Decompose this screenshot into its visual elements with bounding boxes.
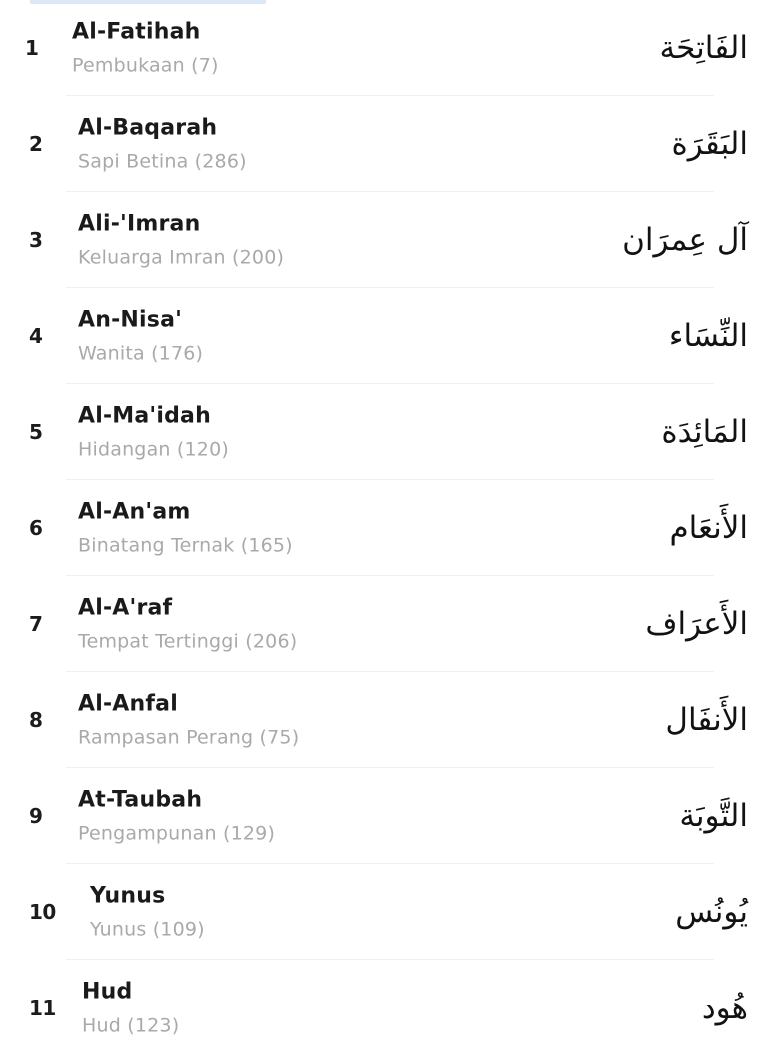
surah-text: Ali-'Imran Keluarga Imran (200) <box>78 211 284 270</box>
surah-latin-name: Ali-'Imran <box>78 211 201 237</box>
surah-meaning: Pembukaan (7) <box>72 54 219 77</box>
surah-arabic-name: الأَنفَال <box>665 702 748 738</box>
surah-latin-name: An-Nisa' <box>78 307 183 333</box>
surah-arabic-name: الفَاتِحَة <box>659 30 748 66</box>
surah-text: An-Nisa' Wanita (176) <box>78 307 203 366</box>
surah-row[interactable]: 11 Hud Hud (123) هُود <box>0 960 774 1056</box>
surah-row[interactable]: 9 At-Taubah Pengampunan (129) التَّوبَة <box>0 768 774 864</box>
surah-text: At-Taubah Pengampunan (129) <box>78 787 275 846</box>
surah-arabic-name: الأَنعَام <box>669 510 748 546</box>
surah-latin-name: Al-A'raf <box>78 595 173 621</box>
surah-row[interactable]: 10 Yunus Yunus (109) يُونُس <box>0 864 774 960</box>
surah-arabic-name: البَقَرَة <box>671 126 748 162</box>
surah-number: 2 <box>29 132 43 156</box>
surah-meaning: Yunus (109) <box>90 918 205 941</box>
surah-arabic-name: التَّوبَة <box>679 798 748 834</box>
surah-arabic-name: الأَعرَاف <box>645 606 748 642</box>
surah-number: 5 <box>29 420 43 444</box>
surah-text: Al-Fatihah Pembukaan (7) <box>72 19 219 78</box>
surah-meaning: Hud (123) <box>82 1014 180 1037</box>
surah-meaning: Keluarga Imran (200) <box>78 246 285 269</box>
surah-latin-name: Al-Baqarah <box>78 115 218 141</box>
surah-latin-name: Al-An'am <box>78 499 191 525</box>
surah-number: 11 <box>29 996 56 1020</box>
surah-row[interactable]: 3 Ali-'Imran Keluarga Imran (200) آل عِم… <box>0 192 774 288</box>
surah-arabic-name: آل عِمرَان <box>622 222 748 258</box>
surah-latin-name: Al-Anfal <box>78 691 178 717</box>
surah-latin-name: Hud <box>82 979 133 1005</box>
surah-arabic-name: يُونُس <box>675 894 748 930</box>
surah-text: Al-Ma'idah Hidangan (120) <box>78 403 229 462</box>
surah-number: 9 <box>29 804 43 828</box>
surah-row[interactable]: 6 Al-An'am Binatang Ternak (165) الأَنعَ… <box>0 480 774 576</box>
surah-text: Yunus Yunus (109) <box>90 883 205 942</box>
surah-number: 7 <box>29 612 43 636</box>
surah-latin-name: Al-Fatihah <box>72 19 201 45</box>
surah-row[interactable]: 8 Al-Anfal Rampasan Perang (75) الأَنفَا… <box>0 672 774 768</box>
surah-meaning: Rampasan Perang (75) <box>78 726 300 749</box>
surah-text: Al-Anfal Rampasan Perang (75) <box>78 691 299 750</box>
surah-latin-name: Al-Ma'idah <box>78 403 211 429</box>
surah-arabic-name: المَائِدَة <box>661 414 748 450</box>
surah-row[interactable]: 1 Al-Fatihah Pembukaan (7) الفَاتِحَة <box>0 0 774 96</box>
surah-row[interactable]: 7 Al-A'raf Tempat Tertinggi (206) الأَعر… <box>0 576 774 672</box>
surah-row[interactable]: 5 Al-Ma'idah Hidangan (120) المَائِدَة <box>0 384 774 480</box>
surah-number: 1 <box>25 36 39 60</box>
surah-meaning: Pengampunan (129) <box>78 822 276 845</box>
surah-arabic-name: النِّسَاء <box>668 318 748 354</box>
surah-meaning: Tempat Tertinggi (206) <box>78 630 298 653</box>
surah-row[interactable]: 2 Al-Baqarah Sapi Betina (286) البَقَرَة <box>0 96 774 192</box>
surah-text: Hud Hud (123) <box>82 979 179 1038</box>
surah-number: 6 <box>29 516 43 540</box>
surah-number: 8 <box>29 708 43 732</box>
surah-latin-name: Yunus <box>90 883 166 909</box>
surah-meaning: Wanita (176) <box>78 342 204 365</box>
surah-meaning: Binatang Ternak (165) <box>78 534 293 557</box>
surah-text: Al-An'am Binatang Ternak (165) <box>78 499 293 558</box>
surah-text: Al-A'raf Tempat Tertinggi (206) <box>78 595 297 654</box>
surah-row[interactable]: 4 An-Nisa' Wanita (176) النِّسَاء <box>0 288 774 384</box>
surah-number: 3 <box>29 228 43 252</box>
surah-meaning: Hidangan (120) <box>78 438 229 461</box>
surah-meaning: Sapi Betina (286) <box>78 150 247 173</box>
surah-list: 1 Al-Fatihah Pembukaan (7) الفَاتِحَة 2 … <box>0 0 774 1063</box>
surah-number: 10 <box>29 900 56 924</box>
surah-text: Al-Baqarah Sapi Betina (286) <box>78 115 247 174</box>
surah-number: 4 <box>29 324 43 348</box>
surah-latin-name: At-Taubah <box>78 787 203 813</box>
surah-arabic-name: هُود <box>701 990 748 1026</box>
